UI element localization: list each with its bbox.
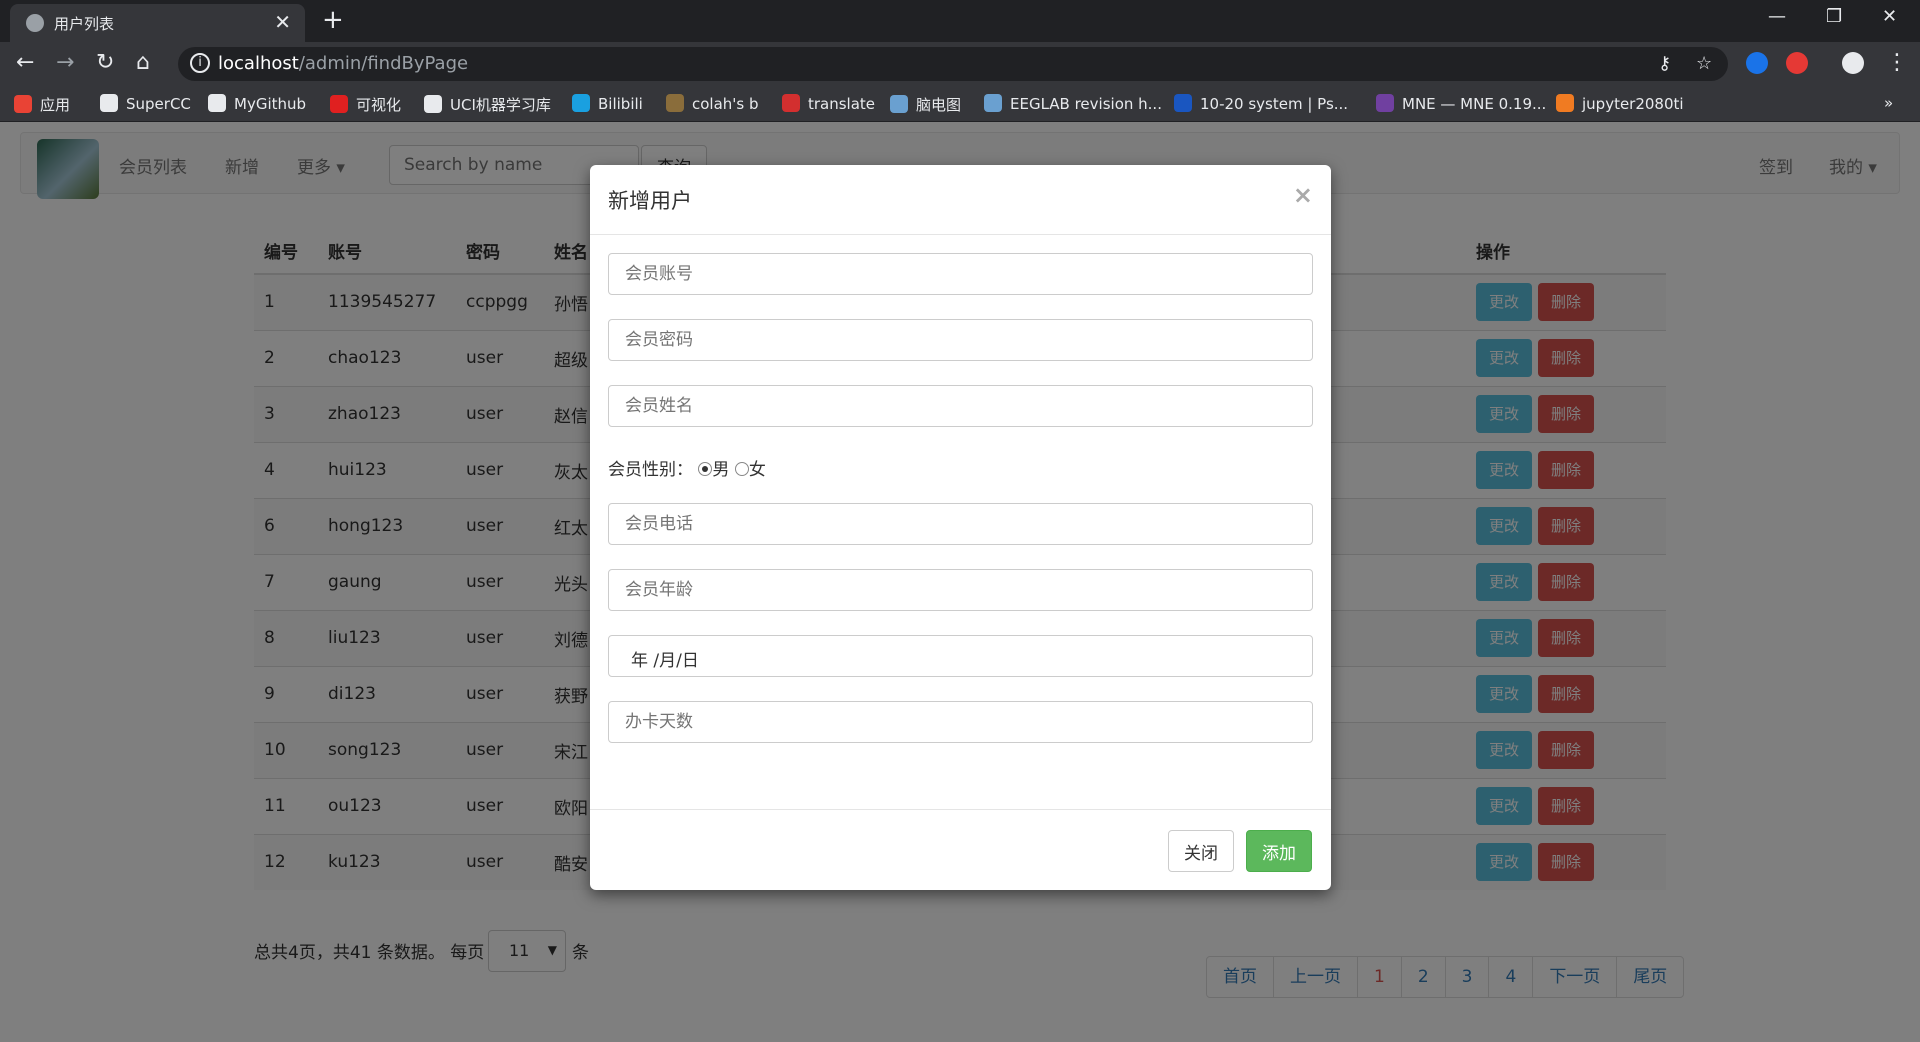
gender-female-radio[interactable] (734, 462, 749, 476)
bookmark-favicon-icon (208, 94, 226, 112)
bookmark-label: Bilibili (598, 95, 643, 113)
bookmark-favicon-icon (782, 94, 800, 112)
reload-icon[interactable]: ↻ (96, 50, 114, 75)
bookmark-item[interactable]: 脑电图 (890, 94, 961, 115)
bookmark-item[interactable]: Bilibili (572, 94, 643, 113)
home-icon[interactable]: ⌂ (136, 50, 150, 75)
browser-toolbar: ← → ↻ ⌂ i localhost/admin/findByPage ⚷ ☆… (0, 42, 1920, 86)
bookmark-label: 可视化 (356, 96, 402, 114)
forward-icon[interactable]: → (56, 50, 74, 75)
bookmark-item[interactable]: translate (782, 94, 875, 113)
close-icon[interactable]: × (1293, 181, 1313, 209)
bookmark-item[interactable]: colah's b (666, 94, 759, 113)
tab-title: 用户列表 (54, 15, 115, 33)
bookmark-label: 10-20 system | Ps... (1200, 95, 1349, 113)
modal-header: 新增用户 × (590, 165, 1331, 235)
phone-field[interactable] (608, 503, 1313, 545)
bookmark-favicon-icon (424, 95, 442, 113)
bookmark-label: jupyter2080ti (1582, 95, 1684, 113)
bookmark-label: 应用 (40, 96, 71, 114)
address-bar[interactable]: i localhost/admin/findByPage ⚷ ☆ (178, 47, 1728, 81)
bookmark-favicon-icon (1376, 94, 1394, 112)
extension-icon[interactable] (1746, 52, 1768, 74)
age-field[interactable] (608, 569, 1313, 611)
bookmark-item[interactable]: MNE — MNE 0.19... (1376, 94, 1546, 113)
bookmark-item[interactable]: UCI机器学习库 (424, 94, 551, 115)
card-days-field[interactable] (608, 701, 1313, 743)
account-field[interactable] (608, 253, 1313, 295)
bookmark-favicon-icon (1174, 94, 1192, 112)
gender-male-radio[interactable] (698, 462, 713, 476)
bookmark-favicon-icon (890, 95, 908, 113)
back-icon[interactable]: ← (16, 50, 34, 75)
add-button[interactable]: 添加 (1246, 830, 1312, 872)
profile-icon[interactable] (1842, 52, 1864, 74)
menu-icon[interactable]: ⋮ (1886, 50, 1908, 75)
bookmark-label: MyGithub (234, 95, 307, 113)
bookmark-item[interactable]: SuperCC (100, 94, 191, 113)
bookmark-label: colah's b (692, 95, 759, 113)
bookmark-label: 脑电图 (916, 96, 962, 114)
bookmark-label: translate (808, 95, 876, 113)
bookmark-favicon-icon (666, 94, 684, 112)
modal-footer: 关闭 添加 (590, 809, 1331, 890)
window-close-icon[interactable]: ✕ (1882, 6, 1897, 27)
gender-group: 会员性别： 男 女 (608, 455, 766, 480)
bookmark-favicon-icon (1556, 94, 1574, 112)
date-field[interactable]: 年 /月/日 (608, 635, 1313, 677)
bookmark-favicon-icon (572, 94, 590, 112)
add-user-modal: 新增用户 × 会员性别： 男 女 年 /月/日 关闭 添加 (590, 165, 1331, 890)
globe-icon (26, 14, 44, 32)
bookmark-favicon-icon (100, 94, 118, 112)
url-text[interactable]: localhost/admin/findByPage (218, 53, 468, 74)
date-value: 年 /月/日 (631, 651, 699, 671)
gender-label: 会员性别： (608, 460, 693, 480)
bookmark-favicon-icon (984, 94, 1002, 112)
new-tab-icon[interactable]: + (322, 5, 344, 35)
password-field[interactable] (608, 319, 1313, 361)
browser-tabstrip: 用户列表 ✕ + — ❐ ✕ (0, 0, 1920, 42)
bookmarks-bar: 应用 SuperCC MyGithub 可视化 UCI机器学习库 Bilibili cola… (0, 86, 1920, 122)
site-info-icon[interactable]: i (190, 53, 210, 73)
restore-icon[interactable]: ❐ (1826, 6, 1842, 27)
bookmark-label: UCI机器学习库 (450, 96, 551, 114)
bookmark-item[interactable]: 10-20 system | Ps... (1174, 94, 1348, 113)
bookmark-item[interactable]: EEGLAB revision h... (984, 94, 1162, 113)
bookmark-favicon-icon (330, 95, 348, 113)
bookmark-label: MNE — MNE 0.19... (1402, 95, 1547, 113)
minimize-icon[interactable]: — (1768, 6, 1786, 27)
close-button[interactable]: 关闭 (1168, 830, 1234, 872)
bookmark-item[interactable]: 应用 (14, 94, 70, 115)
key-icon[interactable]: ⚷ (1658, 53, 1671, 74)
bookmark-label: SuperCC (126, 95, 191, 113)
bookmark-star-icon[interactable]: ☆ (1696, 53, 1712, 74)
bookmarks-overflow-icon[interactable]: » (1884, 94, 1893, 112)
bookmark-item[interactable]: MyGithub (208, 94, 306, 113)
tab-close-icon[interactable]: ✕ (274, 10, 291, 34)
gender-female-label[interactable]: 女 (749, 460, 766, 480)
bookmark-item[interactable]: 可视化 (330, 94, 401, 115)
modal-title: 新增用户 (608, 189, 692, 213)
name-field[interactable] (608, 385, 1313, 427)
bookmark-item[interactable]: jupyter2080ti (1556, 94, 1684, 113)
gender-male-label[interactable]: 男 (712, 460, 729, 480)
extension-icon[interactable] (1786, 52, 1808, 74)
bookmark-label: EEGLAB revision h... (1010, 95, 1162, 113)
browser-tab[interactable]: 用户列表 ✕ (10, 4, 305, 42)
bookmark-favicon-icon (14, 95, 32, 113)
